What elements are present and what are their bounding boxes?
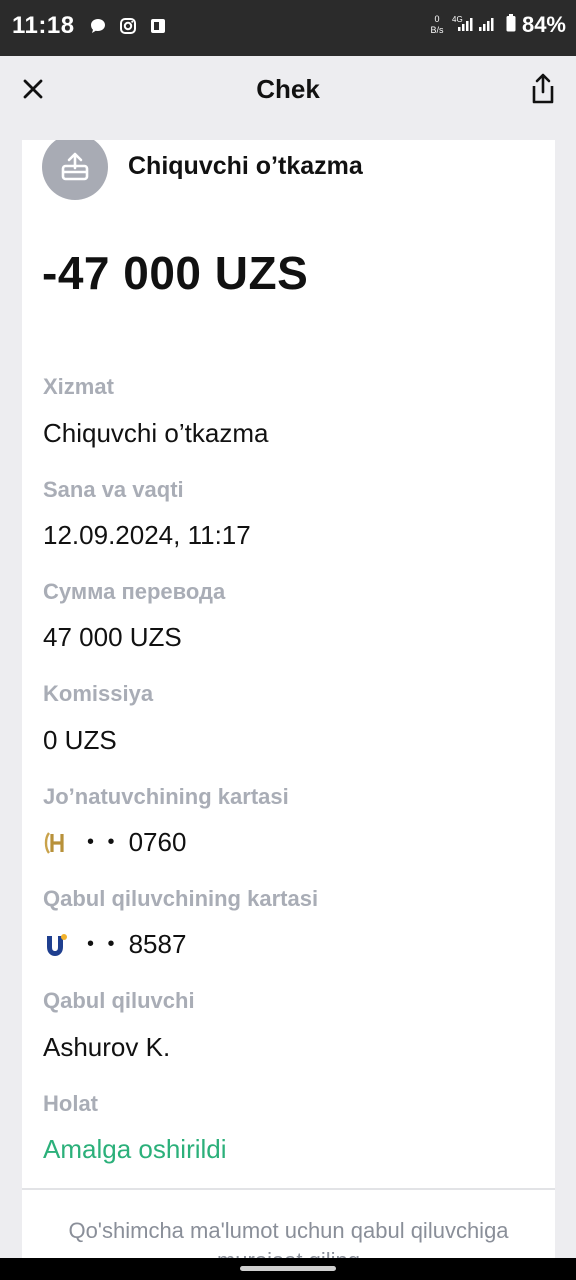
instagram-icon bbox=[118, 16, 138, 36]
sender-card-label: Jo’natuvchining kartasi bbox=[43, 784, 289, 809]
page-title: Chek bbox=[256, 74, 320, 104]
share-icon[interactable] bbox=[528, 72, 558, 106]
sender-card-last4: 0760 bbox=[128, 827, 187, 857]
transfer-sum-value: 47 000 UZS bbox=[43, 622, 182, 652]
status-bar: 11:18 0 B/s 4G 84% bbox=[0, 0, 576, 56]
notification-icons bbox=[88, 16, 168, 36]
outgoing-transfer-icon bbox=[42, 140, 108, 200]
commission-value: 0 UZS bbox=[43, 725, 117, 755]
chat-bubble-icon bbox=[88, 16, 108, 36]
service-value: Chiquvchi o’tkazma bbox=[43, 418, 269, 448]
sender-card-value: • • 0760 bbox=[43, 827, 186, 858]
receiver-card-value: • • 8587 bbox=[43, 929, 186, 960]
service-label: Xizmat bbox=[43, 374, 114, 399]
status-value: Amalga oshirildi bbox=[43, 1134, 227, 1164]
home-gesture-pill[interactable] bbox=[240, 1266, 336, 1271]
footer-note: Qo'shimcha ma'lumot uchun qabul qiluvchi… bbox=[68, 1218, 509, 1260]
status-right: 0 B/s 4G 84% bbox=[428, 12, 566, 38]
masked-dots: • • bbox=[87, 831, 119, 853]
receiver-label: Qabul qiluvchi bbox=[43, 988, 195, 1013]
humo-logo-icon bbox=[43, 830, 69, 856]
datetime-label: Sana va vaqti bbox=[43, 477, 184, 502]
receipt-card: Chiquvchi o’tkazma -47 000 UZS Xizmat Ch… bbox=[22, 140, 555, 1260]
office-icon bbox=[148, 16, 168, 36]
network-type: 4G bbox=[452, 15, 463, 24]
transaction-type: Chiquvchi o’tkazma bbox=[128, 152, 363, 180]
receiver-card-label: Qabul qiluvchining kartasi bbox=[43, 886, 319, 911]
divider bbox=[22, 1188, 555, 1190]
battery-percent: 84% bbox=[521, 12, 566, 37]
transfer-sum-label: Сумма перевода bbox=[43, 579, 226, 604]
receiver-card-last4: 8587 bbox=[128, 929, 187, 959]
uzcard-logo-icon bbox=[43, 932, 69, 958]
commission-label: Komissiya bbox=[43, 681, 154, 706]
app-header: Chek bbox=[0, 56, 576, 140]
transaction-amount: -47 000 UZS bbox=[42, 247, 309, 299]
signal-icon: 4G bbox=[452, 14, 500, 37]
net-speed: 0 B/s bbox=[430, 14, 444, 35]
status-label: Holat bbox=[43, 1091, 98, 1116]
datetime-value: 12.09.2024, 11:17 bbox=[43, 520, 251, 550]
status-time: 11:18 bbox=[12, 12, 75, 39]
navigation-bar bbox=[0, 1258, 576, 1280]
receiver-value: Ashurov K. bbox=[43, 1032, 171, 1062]
battery-icon bbox=[506, 13, 516, 37]
masked-dots: • • bbox=[87, 933, 119, 955]
